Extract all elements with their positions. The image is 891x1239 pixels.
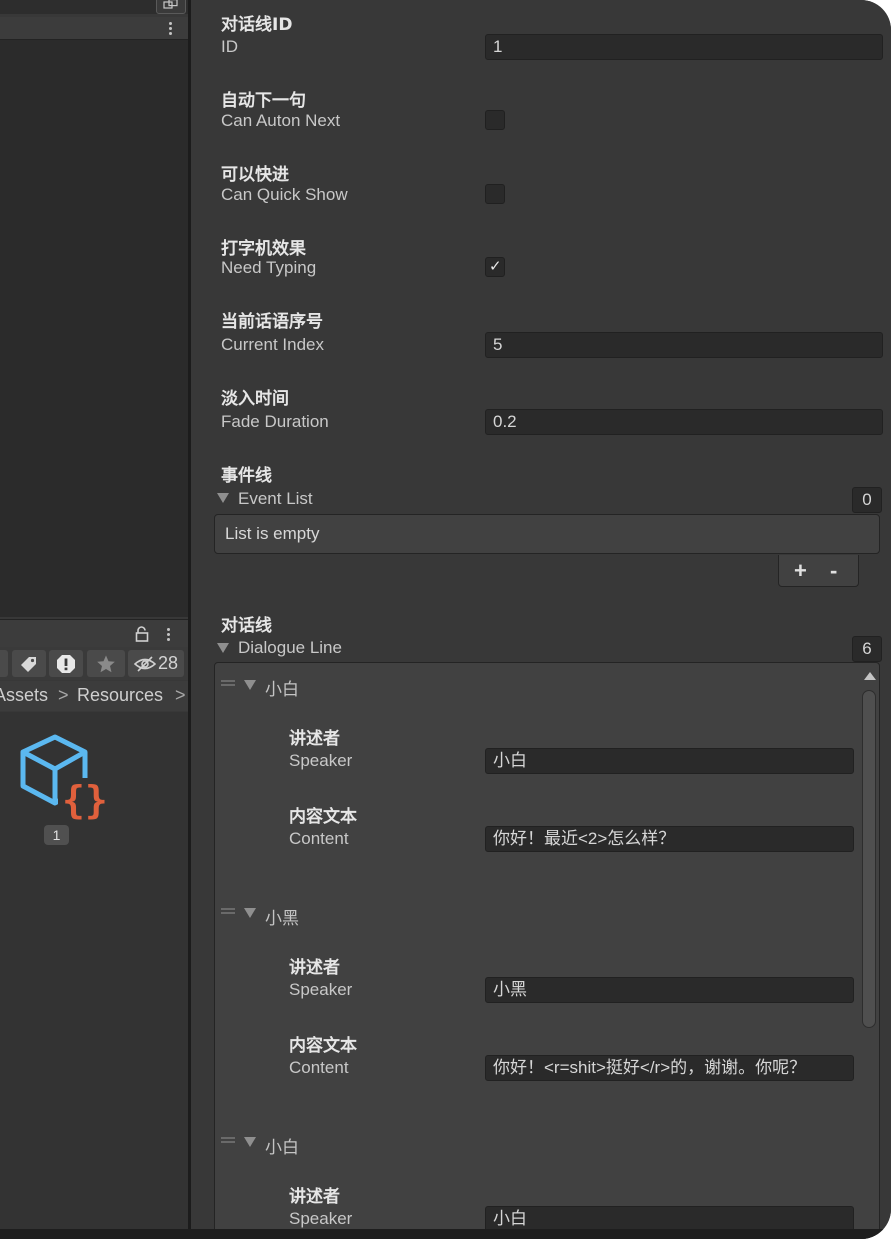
breadcrumb-separator: > <box>175 685 186 705</box>
content-input[interactable]: 你好！<r=shit>挺好</r>的，谢谢。你呢？ <box>485 1055 854 1081</box>
tag-icon <box>21 656 36 672</box>
event-list-label-cn: 事件线 <box>221 466 272 486</box>
content-label-en: Content <box>289 1058 349 1077</box>
content-input[interactable]: 你好！最近<2>怎么样？ <box>485 826 854 852</box>
checkmark-icon: ✓ <box>489 257 502 275</box>
quick-show-checkbox[interactable] <box>485 184 505 204</box>
drag-handle-icon[interactable] <box>221 1137 235 1143</box>
content-label-en: Content <box>289 829 349 848</box>
list-empty-text: List is empty <box>225 524 320 543</box>
asset-label: 1 <box>44 825 69 845</box>
dialogue-line-size-field[interactable]: 6 <box>852 636 882 662</box>
hidden-packages-button[interactable]: 28 <box>128 650 184 677</box>
drag-handle-icon[interactable] <box>221 680 235 686</box>
remove-element-button[interactable]: - <box>830 558 837 584</box>
auto-next-label-en: Can Auton Next <box>221 111 341 130</box>
element-title[interactable]: 小白 <box>265 675 299 700</box>
project-menu-icon[interactable] <box>165 628 171 641</box>
need-typing-label-en: Need Typing <box>221 258 317 277</box>
lock-icon[interactable] <box>135 626 149 642</box>
id-label-cn: 对话线ID <box>221 15 293 35</box>
speaker-label-cn: 讲述者 <box>289 729 340 749</box>
foldout-arrow-icon[interactable] <box>217 643 229 653</box>
element-title[interactable]: 小白 <box>265 1133 299 1158</box>
event-list-body: List is empty <box>214 514 880 554</box>
current-index-label-cn: 当前话语序号 <box>221 312 323 332</box>
breadcrumb-assets[interactable]: Assets <box>0 681 48 710</box>
hierarchy-header <box>0 17 188 40</box>
content-label-cn: 内容文本 <box>289 807 357 827</box>
inspector-panel: 对话线ID ID 1 自动下一句 Can Auton Next 可以快进 Can… <box>191 0 891 1239</box>
window-layout-button[interactable] <box>156 0 186 14</box>
content-label-cn: 内容文本 <box>289 1036 357 1056</box>
svg-text:{}: {} <box>62 778 108 820</box>
left-column: 28 Assets > Resources > {} 1 <box>0 0 188 1239</box>
window-layout-icon <box>163 0 178 9</box>
eye-slash-icon <box>133 655 156 672</box>
id-input[interactable]: 1 <box>485 34 883 60</box>
project-header <box>0 619 188 648</box>
dialogue-line-label-en[interactable]: Dialogue Line <box>238 638 342 658</box>
breadcrumb-separator: > <box>58 685 69 705</box>
speaker-label-en: Speaker <box>289 1209 353 1228</box>
breadcrumb-resources[interactable]: Resources <box>77 681 163 710</box>
foldout-arrow-icon[interactable] <box>244 1137 256 1147</box>
speaker-label-cn: 讲述者 <box>289 958 340 978</box>
alert-icon <box>57 654 75 673</box>
breadcrumb: Assets > Resources > <box>0 681 188 711</box>
script-asset-icon[interactable]: {} <box>18 734 108 820</box>
fade-duration-label-en: Fade Duration <box>221 412 329 431</box>
foldout-arrow-icon[interactable] <box>244 680 256 690</box>
need-typing-label-cn: 打字机效果 <box>221 239 306 259</box>
event-list-size-field[interactable]: 0 <box>852 487 882 513</box>
quick-show-label-cn: 可以快进 <box>221 165 289 185</box>
speaker-label-en: Speaker <box>289 980 353 999</box>
top-strip <box>0 0 188 14</box>
event-list-add-remove: + - <box>778 555 859 587</box>
star-icon <box>97 655 115 672</box>
hierarchy-panel[interactable] <box>0 40 188 617</box>
speaker-input[interactable]: 小黑 <box>485 977 854 1003</box>
element-title[interactable]: 小黑 <box>265 904 299 929</box>
scrollbar-thumb[interactable] <box>862 690 876 1028</box>
dialogue-line-list: 小白 讲述者 Speaker 小白 内容文本 Content 你好！最近<2>怎… <box>214 662 880 1239</box>
current-index-label-en: Current Index <box>221 335 324 354</box>
need-typing-checkbox[interactable]: ✓ <box>485 257 505 277</box>
drag-handle-icon[interactable] <box>221 908 235 914</box>
speaker-input[interactable]: 小白 <box>485 748 854 774</box>
dialogue-line-label-cn: 对话线 <box>221 616 272 636</box>
hidden-count: 28 <box>157 653 179 673</box>
current-index-input[interactable]: 5 <box>485 332 883 358</box>
auto-next-label-cn: 自动下一句 <box>221 91 306 111</box>
editor-window: 28 Assets > Resources > {} 1 对话线ID ID 1 … <box>0 0 891 1239</box>
bottom-edge <box>0 1229 891 1239</box>
speaker-label-cn: 讲述者 <box>289 1187 340 1207</box>
warning-filter-button[interactable] <box>49 650 83 677</box>
auto-next-checkbox[interactable] <box>485 110 505 130</box>
hierarchy-menu-icon[interactable] <box>167 22 173 35</box>
fade-duration-input[interactable]: 0.2 <box>485 409 883 435</box>
speaker-label-en: Speaker <box>289 751 353 770</box>
favorites-button[interactable] <box>87 650 125 677</box>
event-list-label-en[interactable]: Event List <box>238 489 313 509</box>
toolbar-button-partial[interactable] <box>0 650 8 677</box>
add-element-button[interactable]: + <box>794 558 807 584</box>
id-label-en: ID <box>221 37 238 56</box>
foldout-arrow-icon[interactable] <box>244 908 256 918</box>
label-filter-button[interactable] <box>12 650 46 677</box>
fade-duration-label-cn: 淡入时间 <box>221 389 289 409</box>
scroll-up-arrow-icon[interactable] <box>864 672 876 680</box>
foldout-arrow-icon[interactable] <box>217 493 229 503</box>
quick-show-label-en: Can Quick Show <box>221 185 348 204</box>
project-toolbar: 28 <box>0 647 188 680</box>
